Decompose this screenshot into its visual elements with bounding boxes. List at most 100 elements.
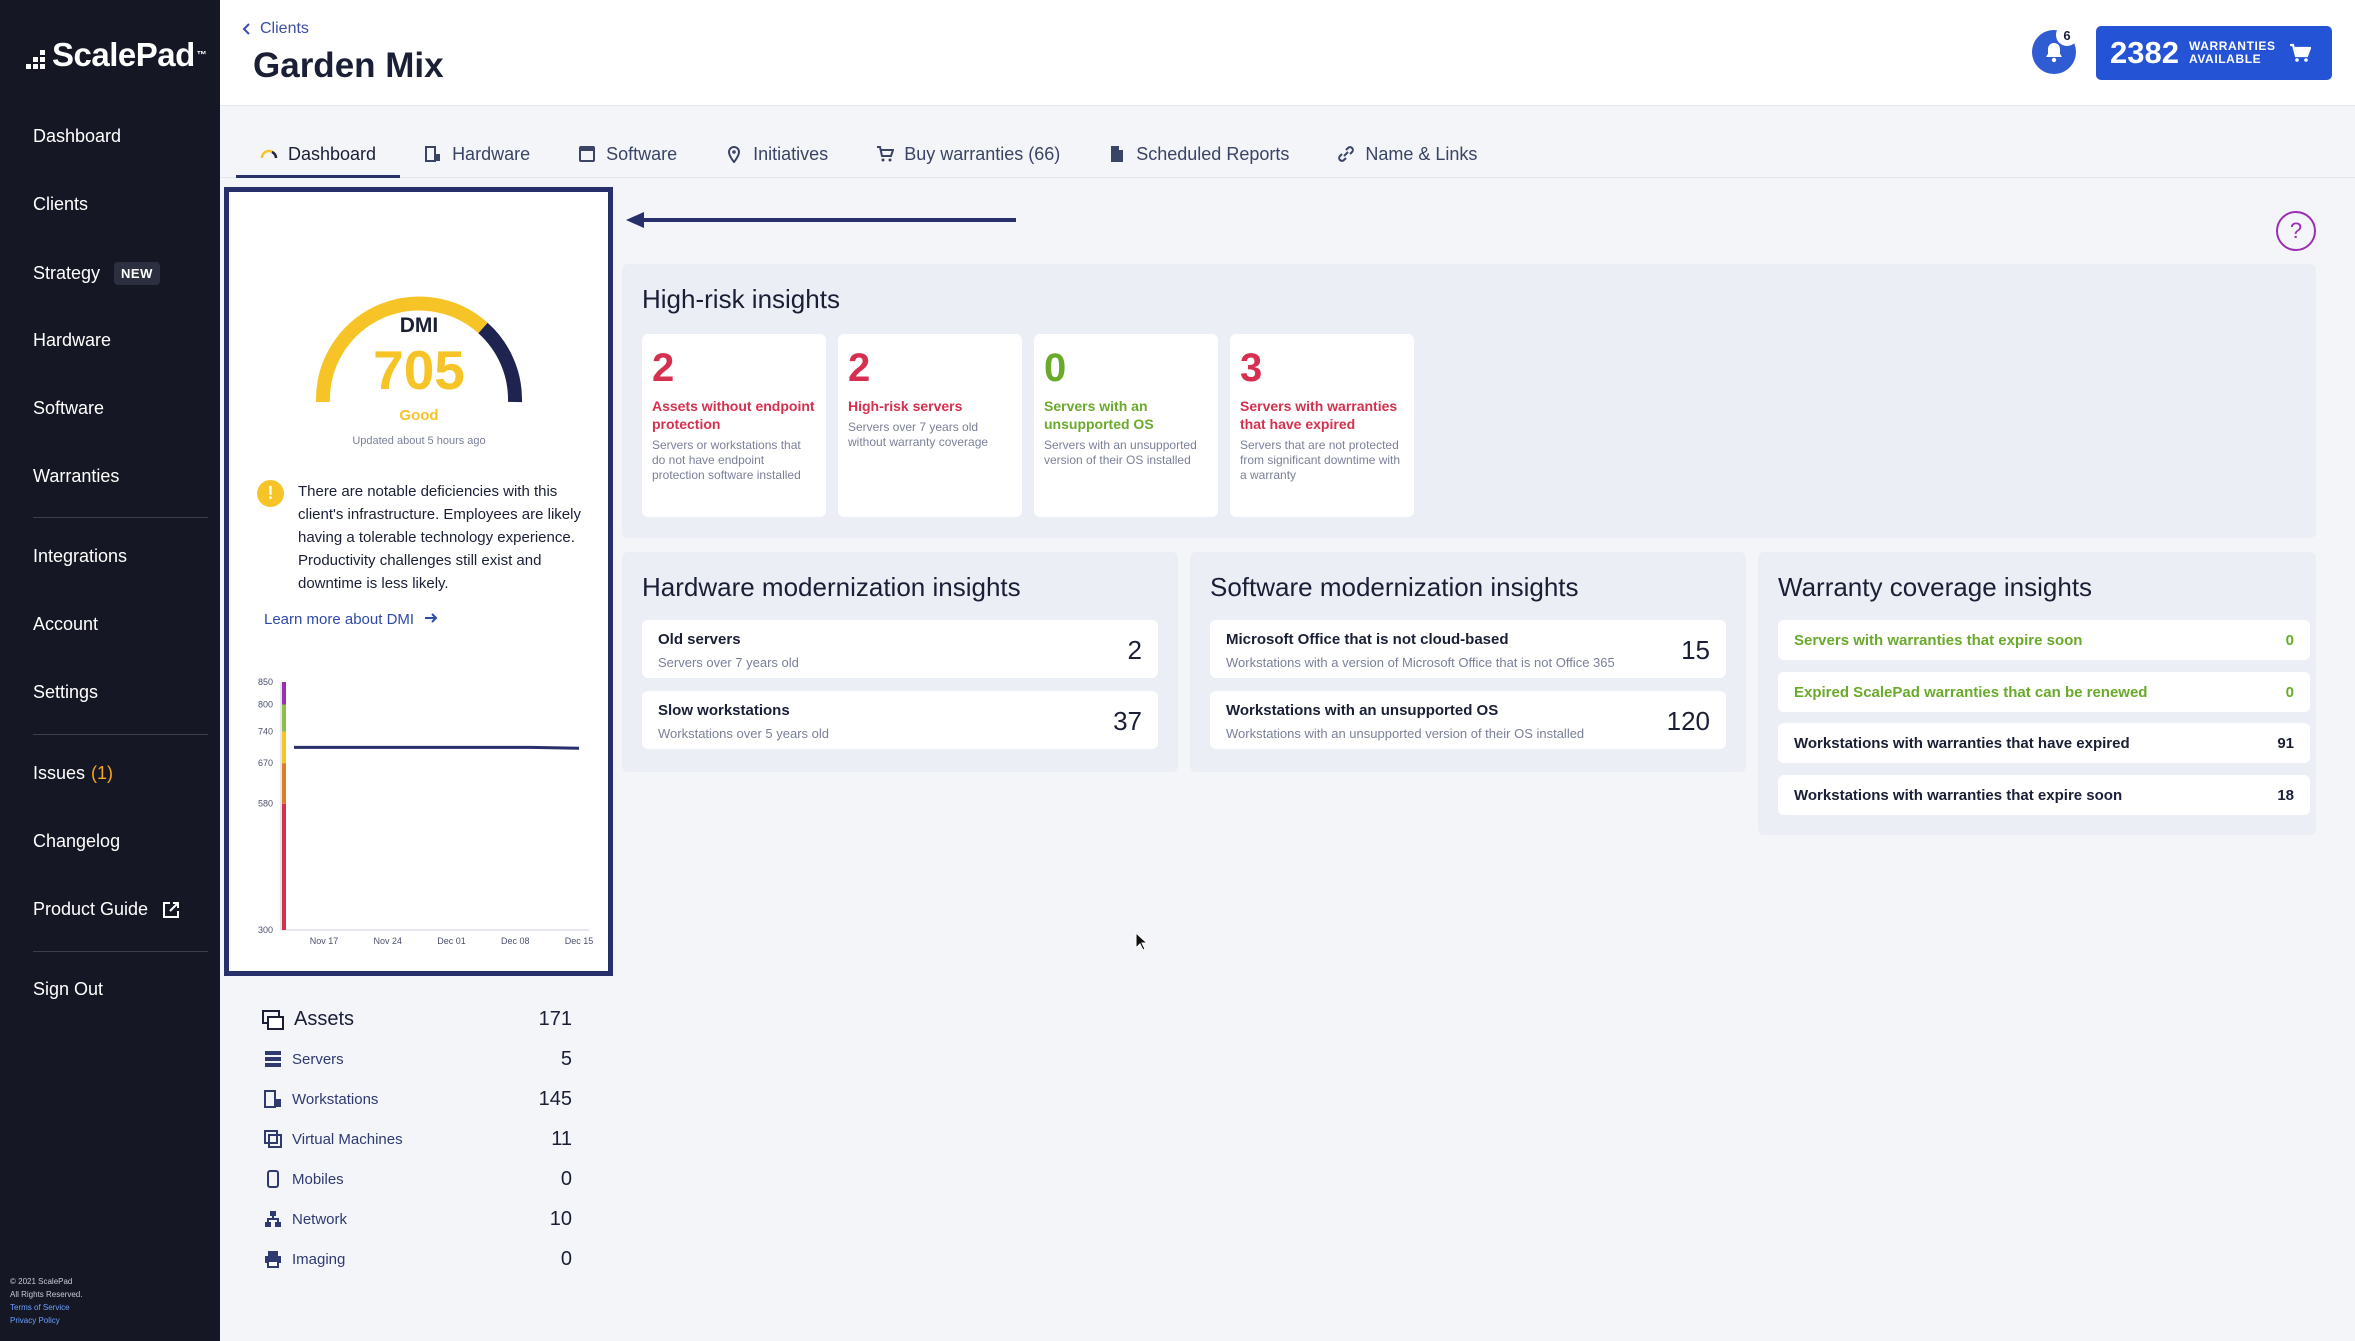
row-value: 0 <box>2285 632 2294 649</box>
asset-label: Mobiles <box>292 1171 344 1188</box>
row-description: Workstations with a version of Microsoft… <box>1226 655 1615 670</box>
sidebar-item-issues[interactable]: Issues (1) <box>33 763 113 784</box>
client-tabs: Dashboard Hardware Software Initiatives … <box>236 130 1501 178</box>
asset-label: Workstations <box>292 1091 379 1108</box>
server-icon <box>265 1051 281 1067</box>
warranties-count: 2382 <box>2110 35 2179 70</box>
window-icon <box>579 146 596 162</box>
warranty-row-workstations-expired[interactable]: Workstations with warranties that have e… <box>1778 723 2310 763</box>
sidebar-item-clients[interactable]: Clients <box>33 194 88 215</box>
terms-link[interactable]: Terms of Service <box>10 1301 82 1314</box>
tab-label: Scheduled Reports <box>1136 143 1290 164</box>
sidebar-item-dashboard[interactable]: Dashboard <box>33 126 121 147</box>
scalepad-logo[interactable]: ScalePad ™ <box>26 36 207 74</box>
asset-label: Network <box>292 1211 348 1228</box>
document-icon <box>1111 146 1124 162</box>
breadcrumb[interactable]: Clients <box>242 20 309 38</box>
tab-software[interactable]: Software <box>554 130 701 178</box>
dmi-description: There are notable deficiencies with this… <box>298 483 581 592</box>
assets-header[interactable]: Assets 171 <box>262 1000 572 1036</box>
sidebar-footer: © 2021 ScalePad All Rights Reserved. Ter… <box>10 1275 82 1327</box>
sidebar-item-sign-out[interactable]: Sign Out <box>33 979 103 1000</box>
sidebar-item-product-guide[interactable]: Product Guide <box>33 899 180 920</box>
sidebar-item-software[interactable]: Software <box>33 398 104 419</box>
tab-buy-warranties[interactable]: Buy warranties (66) <box>852 130 1084 178</box>
sidebar-item-integrations[interactable]: Integrations <box>33 546 127 567</box>
external-link-icon <box>163 901 180 918</box>
warranty-row-workstations-expire-soon[interactable]: Workstations with warranties that expire… <box>1778 775 2310 815</box>
high-risk-card[interactable]: 0 Servers with an unsupported OS Servers… <box>1034 334 1218 517</box>
page-title: Garden Mix <box>253 46 444 85</box>
chart-y-tick-label: 580 <box>258 799 273 809</box>
notification-count-badge: 6 <box>2056 24 2078 46</box>
tab-label: Initiatives <box>753 143 829 164</box>
asset-count: 5 <box>560 1048 572 1070</box>
asset-row-network[interactable]: Network 10 <box>262 1206 572 1236</box>
hardware-modernization-panel: Hardware modernization insights Old serv… <box>622 552 1178 772</box>
high-risk-card[interactable]: 2 Assets without endpoint protection Ser… <box>642 334 826 517</box>
asset-row-imaging[interactable]: Imaging 0 <box>262 1246 572 1276</box>
asset-row-virtual-machines[interactable]: Virtual Machines 11 <box>262 1126 572 1156</box>
tab-scheduled-reports[interactable]: Scheduled Reports <box>1084 130 1313 178</box>
insight-row-office-not-cloud[interactable]: Microsoft Office that is not cloud-based… <box>1210 620 1726 678</box>
printer-icon <box>265 1251 281 1268</box>
chart-series-line <box>294 745 580 750</box>
asset-row-servers[interactable]: Servers 5 <box>262 1046 572 1076</box>
sidebar-item-settings[interactable]: Settings <box>33 682 98 703</box>
warning-icon: ! <box>257 480 284 507</box>
high-risk-card[interactable]: 3 Servers with warranties that have expi… <box>1230 334 1414 517</box>
learn-more-dmi-link[interactable]: Learn more about DMI <box>264 611 438 628</box>
row-description: Workstations over 5 years old <box>658 726 829 741</box>
dmi-updated-time: Updated about 5 hours ago <box>352 435 486 447</box>
sidebar-item-changelog[interactable]: Changelog <box>33 831 120 852</box>
row-description: Servers over 7 years old <box>658 655 799 670</box>
insight-row-unsupported-os[interactable]: Workstations with an unsupported OS Work… <box>1210 691 1726 749</box>
row-value: 37 <box>1113 706 1142 736</box>
chart-y-tick-label: 300 <box>258 925 273 935</box>
card-value: 3 <box>1240 346 1263 390</box>
privacy-link[interactable]: Privacy Policy <box>10 1314 82 1327</box>
warranty-row-renewable[interactable]: Expired ScalePad warranties that can be … <box>1778 672 2310 712</box>
new-badge: NEW <box>114 262 160 285</box>
mouse-cursor-icon <box>1135 932 1149 951</box>
insight-row-old-servers[interactable]: Old servers Servers over 7 years old 2 <box>642 620 1158 678</box>
sidebar-item-strategy[interactable]: Strategy NEW <box>33 262 160 285</box>
sidebar-item-account[interactable]: Account <box>33 614 98 635</box>
warranty-insights-title: Warranty coverage insights <box>1778 572 2093 602</box>
row-title: Old servers <box>658 631 741 648</box>
rights-text: All Rights Reserved. <box>10 1290 83 1299</box>
high-risk-card[interactable]: 2 High-risk servers Servers over 7 years… <box>838 334 1022 517</box>
hardware-insights-title: Hardware modernization insights <box>642 572 1021 602</box>
sidebar-item-label: Hardware <box>33 330 112 350</box>
row-title: Expired ScalePad warranties that can be … <box>1794 684 2148 701</box>
row-value: 91 <box>2277 735 2294 752</box>
row-value: 2 <box>1127 635 1142 665</box>
tab-hardware[interactable]: Hardware <box>400 130 554 178</box>
insight-row-slow-workstations[interactable]: Slow workstations Workstations over 5 ye… <box>642 691 1158 749</box>
sidebar-item-label: Settings <box>33 682 99 702</box>
sidebar-item-hardware[interactable]: Hardware <box>33 330 111 351</box>
assets-icon <box>262 1010 284 1030</box>
mobile-icon <box>267 1170 279 1188</box>
card-description: Servers or workstations that do not have… <box>652 438 801 482</box>
card-title: Servers with warranties that have expire… <box>1240 398 1398 432</box>
tab-initiatives[interactable]: Initiatives <box>701 130 852 178</box>
question-icon: ? <box>2289 218 2303 243</box>
sidebar-item-warranties[interactable]: Warranties <box>33 466 119 487</box>
warranty-row-servers-expire-soon[interactable]: Servers with warranties that expire soon… <box>1778 620 2310 660</box>
sidebar-item-label: Warranties <box>33 466 120 486</box>
sidebar-divider <box>33 734 208 735</box>
tab-dashboard[interactable]: Dashboard <box>236 130 401 178</box>
chart-band-segment <box>282 731 286 764</box>
gauge-icon <box>260 149 278 159</box>
tab-name-links[interactable]: Name & Links <box>1313 130 1501 178</box>
asset-row-workstations[interactable]: Workstations 145 <box>262 1086 572 1116</box>
chart-x-tick-label: Nov 17 <box>310 936 339 946</box>
dmi-label: DMI <box>399 314 439 337</box>
cart-icon <box>2289 43 2311 62</box>
help-button[interactable]: ? <box>2276 211 2316 251</box>
assets-title: Assets <box>294 1008 355 1030</box>
asset-row-mobiles[interactable]: Mobiles 0 <box>262 1166 572 1196</box>
warranties-available-button[interactable]: 2382 WARRANTIES AVAILABLE <box>2096 26 2332 80</box>
chart-band-segment <box>282 704 286 732</box>
